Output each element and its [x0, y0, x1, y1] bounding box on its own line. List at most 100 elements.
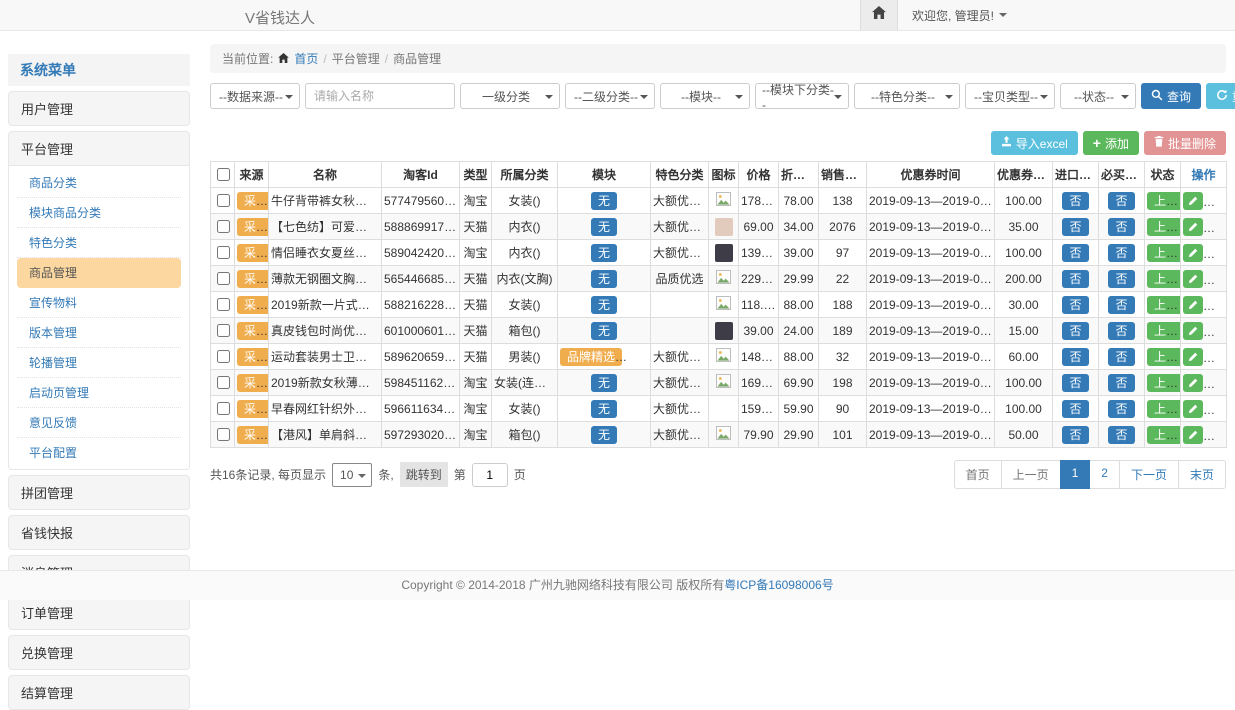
must-buy-toggle[interactable]: 否 — [1108, 322, 1134, 340]
module-badge[interactable]: 无 — [591, 296, 617, 314]
must-buy-toggle[interactable]: 否 — [1108, 374, 1134, 392]
sidebar-item[interactable]: 宣传物料 — [17, 288, 181, 318]
icp-link[interactable]: 粤ICP备16098006号 — [724, 578, 833, 592]
name-input[interactable] — [305, 83, 455, 109]
sidebar-group[interactable]: 平台管理 — [8, 131, 190, 166]
filter-select[interactable]: 一级分类 — [460, 83, 560, 109]
jump-button[interactable]: 跳转到 — [400, 462, 448, 487]
filter-select[interactable]: --模块下分类-- — [755, 83, 849, 109]
must-buy-toggle[interactable]: 否 — [1108, 218, 1134, 236]
sidebar-item[interactable]: 商品分类 — [17, 168, 181, 198]
module-badge[interactable]: 品牌精选 — [560, 348, 622, 366]
status-toggle[interactable]: 上架 — [1147, 244, 1181, 262]
user-menu[interactable]: 欢迎您, 管理员! — [898, 7, 1007, 24]
row-checkbox[interactable] — [217, 194, 230, 207]
breadcrumb-home-link[interactable]: 首页 — [294, 50, 318, 67]
sidebar-group[interactable]: 省钱快报 — [8, 515, 190, 550]
edit-button[interactable] — [1183, 296, 1203, 314]
must-buy-toggle[interactable]: 否 — [1108, 348, 1134, 366]
select-all-checkbox[interactable] — [217, 168, 230, 181]
add-button[interactable]: + 添加 — [1083, 131, 1139, 155]
module-badge[interactable]: 无 — [591, 244, 617, 262]
must-buy-toggle[interactable]: 否 — [1108, 426, 1134, 444]
edit-button[interactable] — [1183, 426, 1203, 444]
batch-delete-button[interactable]: 批量删除 — [1144, 131, 1226, 155]
page-button[interactable]: 2 — [1089, 460, 1120, 489]
row-checkbox[interactable] — [217, 246, 230, 259]
status-toggle[interactable]: 上架 — [1147, 296, 1181, 314]
status-toggle[interactable]: 上架 — [1147, 374, 1181, 392]
page-button[interactable]: 下一页 — [1119, 460, 1179, 489]
status-toggle[interactable]: 上架 — [1147, 192, 1181, 210]
import-select-toggle[interactable]: 否 — [1062, 270, 1088, 288]
row-checkbox[interactable] — [217, 220, 230, 233]
edit-button[interactable] — [1183, 270, 1203, 288]
page-input[interactable] — [472, 463, 508, 487]
page-button[interactable]: 1 — [1060, 460, 1091, 489]
sidebar-item[interactable]: 平台配置 — [17, 438, 181, 467]
edit-button[interactable] — [1183, 192, 1203, 210]
sidebar-item[interactable]: 模块商品分类 — [17, 198, 181, 228]
home-button[interactable] — [860, 0, 898, 30]
filter-select[interactable]: --二级分类-- — [565, 83, 655, 109]
import-select-toggle[interactable]: 否 — [1062, 400, 1088, 418]
search-button[interactable]: 查询 — [1141, 83, 1201, 109]
module-badge[interactable]: 无 — [591, 426, 617, 444]
must-buy-toggle[interactable]: 否 — [1108, 296, 1134, 314]
edit-button[interactable] — [1183, 322, 1203, 340]
status-toggle[interactable]: 上架 — [1147, 322, 1181, 340]
import-select-toggle[interactable]: 否 — [1062, 322, 1088, 340]
status-toggle[interactable]: 上架 — [1147, 400, 1181, 418]
sidebar-group[interactable]: 用户管理 — [8, 91, 190, 126]
import-select-toggle[interactable]: 否 — [1062, 296, 1088, 314]
status-toggle[interactable]: 上架 — [1147, 426, 1181, 444]
per-page-select[interactable]: 10 — [332, 463, 372, 487]
sidebar-group[interactable]: 拼团管理 — [8, 475, 190, 510]
sidebar-item[interactable]: 启动页管理 — [17, 378, 181, 408]
sidebar-item[interactable]: 轮播管理 — [17, 348, 181, 378]
status-toggle[interactable]: 上架 — [1147, 270, 1181, 288]
must-buy-toggle[interactable]: 否 — [1108, 270, 1134, 288]
row-checkbox[interactable] — [217, 402, 230, 415]
row-checkbox[interactable] — [217, 298, 230, 311]
edit-button[interactable] — [1183, 400, 1203, 418]
status-toggle[interactable]: 上架 — [1147, 218, 1181, 236]
reset-button[interactable]: 重置 — [1206, 83, 1235, 109]
module-badge[interactable]: 无 — [591, 192, 617, 210]
import-select-toggle[interactable]: 否 — [1062, 218, 1088, 236]
import-select-toggle[interactable]: 否 — [1062, 426, 1088, 444]
sidebar-group[interactable]: 结算管理 — [8, 675, 190, 710]
filter-select[interactable]: --模块-- — [660, 83, 750, 109]
module-badge[interactable]: 无 — [591, 322, 617, 340]
filter-select[interactable]: --宝贝类型-- — [965, 83, 1055, 109]
row-checkbox[interactable] — [217, 350, 230, 363]
sidebar-item[interactable]: 商品管理 — [17, 258, 181, 288]
must-buy-toggle[interactable]: 否 — [1108, 400, 1134, 418]
sidebar-item[interactable]: 特色分类 — [17, 228, 181, 258]
edit-button[interactable] — [1183, 244, 1203, 262]
row-checkbox[interactable] — [217, 324, 230, 337]
row-checkbox[interactable] — [217, 272, 230, 285]
import-select-toggle[interactable]: 否 — [1062, 348, 1088, 366]
sidebar-group[interactable]: 订单管理 — [8, 595, 190, 630]
status-toggle[interactable]: 上架 — [1147, 348, 1181, 366]
import-excel-button[interactable]: 导入excel — [991, 131, 1078, 155]
import-select-toggle[interactable]: 否 — [1062, 244, 1088, 262]
edit-button[interactable] — [1183, 348, 1203, 366]
page-button[interactable]: 上一页 — [1001, 460, 1061, 489]
filter-select[interactable]: --状态-- — [1060, 83, 1136, 109]
sidebar-item[interactable]: 意见反馈 — [17, 408, 181, 438]
edit-button[interactable] — [1183, 374, 1203, 392]
module-badge[interactable]: 无 — [591, 270, 617, 288]
module-badge[interactable]: 无 — [591, 400, 617, 418]
import-select-toggle[interactable]: 否 — [1062, 192, 1088, 210]
page-button[interactable]: 末页 — [1178, 460, 1226, 489]
module-badge[interactable]: 无 — [591, 218, 617, 236]
must-buy-toggle[interactable]: 否 — [1108, 244, 1134, 262]
row-checkbox[interactable] — [217, 428, 230, 441]
filter-select[interactable]: --数据来源-- — [210, 83, 300, 109]
must-buy-toggle[interactable]: 否 — [1108, 192, 1134, 210]
module-badge[interactable]: 无 — [591, 374, 617, 392]
page-button[interactable]: 首页 — [954, 460, 1002, 489]
sidebar-group[interactable]: 兑换管理 — [8, 635, 190, 670]
